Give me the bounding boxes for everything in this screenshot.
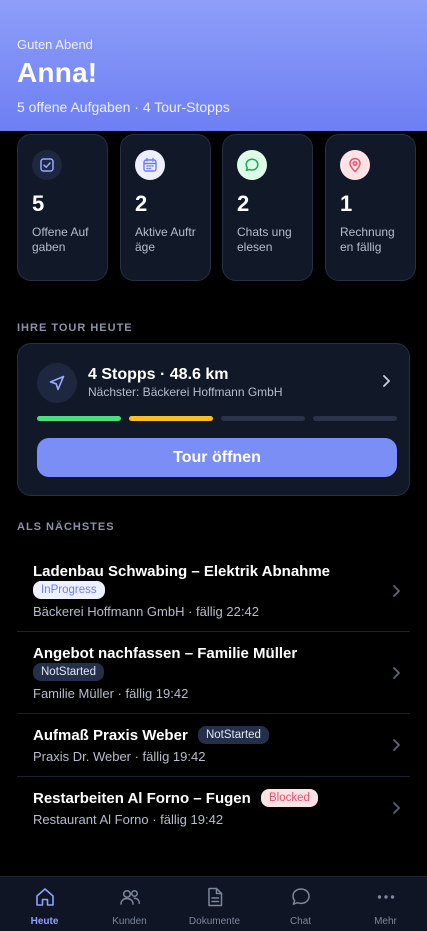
stat-label: Rechnungen fällig: [340, 225, 395, 254]
stat-label: Offene Aufgaben: [32, 225, 89, 254]
chevron-right-icon: [393, 584, 400, 597]
nav-item-dokumente[interactable]: Dokumente: [172, 877, 257, 931]
task-row[interactable]: Ladenbau Schwabing – Elektrik Abnahme In…: [17, 550, 410, 632]
location-pin-icon: [340, 150, 370, 180]
nav-label: Chat: [289, 916, 312, 927]
task-meta: Restaurant Al Forno · fällig 19:42: [33, 812, 224, 827]
nav-label: Heute: [30, 916, 59, 927]
progress-segment: [313, 416, 397, 421]
status-badge: NotStarted: [197, 726, 269, 744]
task-meta: Praxis Dr. Weber · fällig 19:42: [33, 749, 206, 764]
task-title: Angebot nachfassen – Familie Müller: [33, 645, 298, 662]
checkbox-icon: [32, 150, 62, 180]
stat-card-unread-chats[interactable]: 2 Chats ungelesen: [222, 134, 313, 281]
task-meta: Familie Müller · fällig 19:42: [33, 686, 189, 701]
users-icon: [119, 889, 140, 905]
stat-card-due-invoices[interactable]: 1 Rechnungen fällig: [325, 134, 416, 281]
nav-label: Dokumente: [188, 916, 241, 927]
document-icon: [207, 887, 222, 907]
task-title-line: Ladenbau Schwabing – Elektrik Abnahme In…: [33, 562, 394, 600]
greeting-header: Guten Abend Anna! 5 offene Aufgaben · 4 …: [0, 0, 427, 131]
tour-title: 4 Stopps · 48.6 km: [88, 366, 229, 383]
header-summary: 5 offene Aufgaben · 4 Tour-Stopps: [17, 99, 230, 115]
stat-value: 2: [237, 191, 250, 216]
stat-card-open-tasks[interactable]: 5 Offene Aufgaben: [17, 134, 108, 281]
bottom-nav: Heute Kunden Dokumente Chat Mehr: [0, 876, 427, 931]
chevron-right-icon: [393, 802, 400, 814]
task-title: Aufmaß Praxis Weber: [33, 727, 188, 744]
greeting-text: Guten Abend: [17, 37, 93, 52]
home-icon: [35, 888, 54, 906]
status-badge: NotStarted: [33, 663, 104, 681]
progress-segment: [37, 416, 121, 421]
open-tour-button[interactable]: Tour öffnen: [37, 438, 397, 477]
stat-card-active-orders[interactable]: 2 Aktive Aufträge: [120, 134, 211, 281]
tour-next-stop: Nächster: Bäckerei Hoffmann GmbH: [88, 385, 283, 399]
nav-label: Kunden: [112, 916, 147, 927]
navigation-arrow-icon: [37, 363, 77, 403]
stat-value: 5: [32, 191, 45, 216]
task-title: Restarbeiten Al Forno – Fugen: [33, 790, 251, 807]
tour-section-title: IHRE TOUR HEUTE: [17, 322, 133, 334]
tour-card[interactable]: 4 Stopps · 48.6 km Nächster: Bäckerei Ho…: [17, 343, 410, 496]
stats-row: 5 Offene Aufgaben 2 Aktive Aufträge 2 Ch…: [17, 134, 416, 281]
user-name: Anna!: [17, 57, 98, 88]
task-title-line: Restarbeiten Al Forno – Fugen Blocked: [33, 789, 394, 808]
next-section-title: ALS NÄCHSTES: [17, 521, 115, 533]
task-row[interactable]: Restarbeiten Al Forno – Fugen Blocked Re…: [17, 777, 410, 839]
status-badge: InProgress: [33, 581, 105, 599]
nav-item-kunden[interactable]: Kunden: [87, 877, 172, 931]
stat-label: Aktive Aufträge: [135, 225, 196, 254]
tour-progress: [37, 416, 397, 422]
more-dots-icon: [377, 895, 394, 899]
chat-bubble-icon: [237, 150, 267, 180]
task-meta: Bäckerei Hoffmann GmbH · fällig 22:42: [33, 604, 259, 619]
stat-value: 1: [340, 191, 353, 216]
nav-item-mehr[interactable]: Mehr: [343, 877, 427, 931]
task-list: Ladenbau Schwabing – Elektrik Abnahme In…: [17, 550, 410, 839]
task-title-line: Aufmaß Praxis Weber NotStarted: [33, 726, 394, 745]
chevron-right-icon: [393, 739, 400, 751]
chevron-right-icon: [393, 666, 400, 679]
task-row[interactable]: Aufmaß Praxis Weber NotStarted Praxis Dr…: [17, 714, 410, 777]
stat-label: Chats ungelesen: [237, 225, 292, 254]
progress-segment: [129, 416, 213, 421]
progress-segment: [221, 416, 305, 421]
nav-label: Mehr: [374, 916, 397, 927]
status-badge: Blocked: [260, 789, 318, 807]
calendar-icon: [135, 150, 165, 180]
task-row[interactable]: Angebot nachfassen – Familie Müller NotS…: [17, 632, 410, 714]
chevron-right-icon[interactable]: [379, 373, 393, 389]
task-title-line: Angebot nachfassen – Familie Müller NotS…: [33, 644, 394, 682]
task-title: Ladenbau Schwabing – Elektrik Abnahme: [33, 563, 331, 580]
nav-item-heute[interactable]: Heute: [2, 877, 87, 931]
nav-item-chat[interactable]: Chat: [258, 877, 343, 931]
stat-value: 2: [135, 191, 148, 216]
chat-icon: [291, 888, 310, 905]
